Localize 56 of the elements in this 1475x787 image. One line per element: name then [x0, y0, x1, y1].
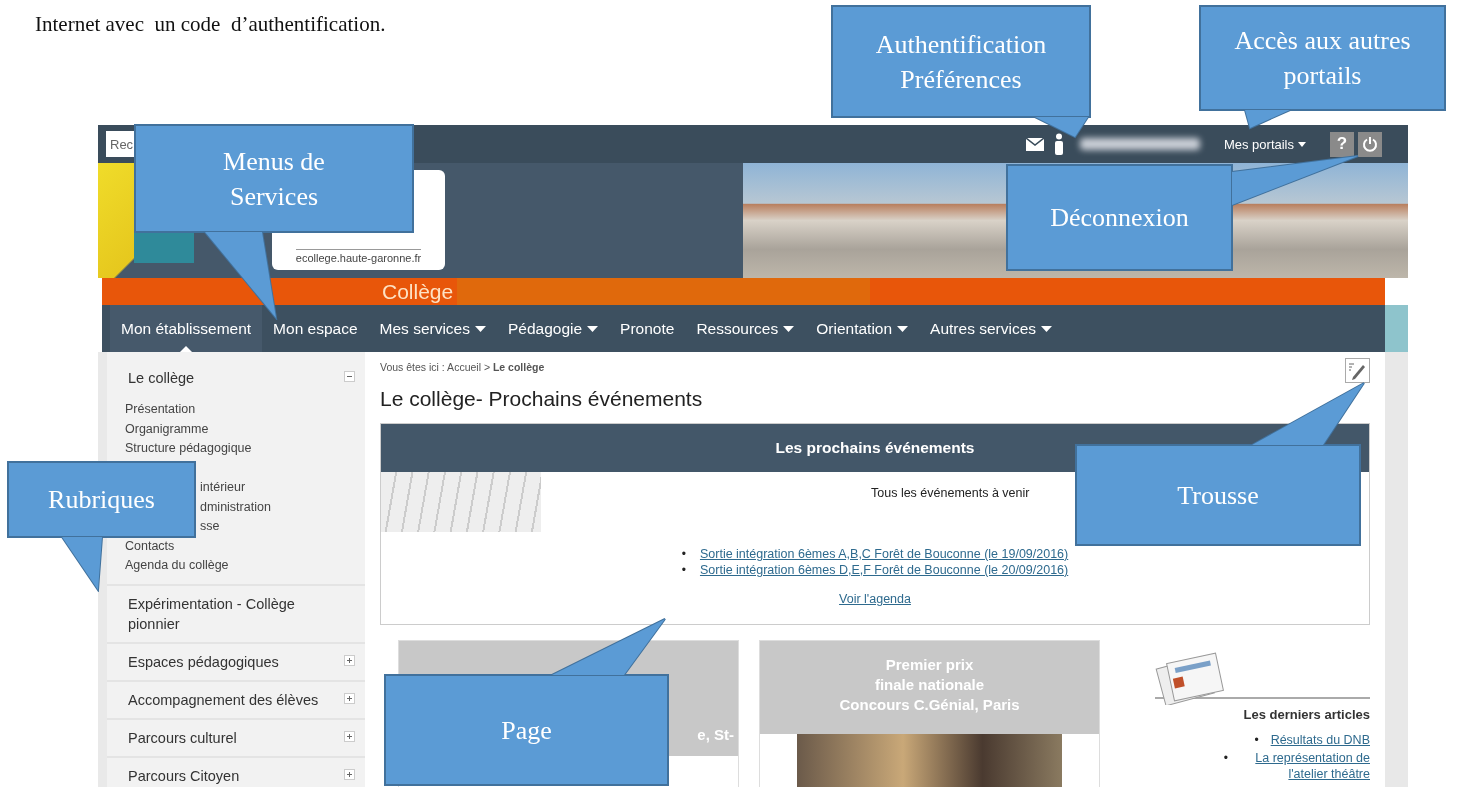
caret-icon [1298, 141, 1306, 147]
sidebar-section[interactable]: Le collège [128, 368, 195, 388]
callout-tooltip: Trousse [1074, 381, 1366, 547]
articles-title: Les derniers articles [1242, 707, 1370, 722]
logo-badge [134, 233, 194, 263]
callout-tooltip: Déconnexion [1005, 154, 1360, 272]
events-subtitle: Tous les événements à venir [871, 486, 1030, 500]
callout-tooltip: Accès aux autres portails [1198, 4, 1447, 130]
bullet: • [681, 562, 686, 578]
portals-menu[interactable]: Mes portails [1223, 136, 1306, 152]
nav-item[interactable]: Pronote [609, 305, 686, 352]
document-text: Internet avec un code d’authentification. [35, 12, 386, 37]
pencil-icon[interactable] [1345, 358, 1370, 383]
collapse-icon[interactable] [344, 371, 355, 382]
sidebar-link[interactable]: intérieur [200, 478, 355, 498]
sidebar-link[interactable]: Contacts [125, 536, 355, 556]
callout-tooltip: Authentification Préférences [830, 4, 1092, 139]
person-icon[interactable] [1053, 133, 1064, 155]
bullet: • [681, 546, 686, 562]
bullet: • [1254, 732, 1259, 748]
sidebar-link[interactable]: Structure pédagogique [125, 439, 355, 459]
bullet: • [1223, 750, 1228, 766]
event-link[interactable]: Sortie intégration 6èmes D,E,F Forêt de Bouconne (le 20/09/2016) [699, 562, 1069, 578]
nav-item[interactable]: Orientation [805, 305, 920, 352]
article-link[interactable]: Résultats du DNB [1270, 732, 1370, 748]
expand-icon[interactable] [344, 730, 355, 742]
callout-tooltip: Page [383, 617, 670, 787]
sidebar-link[interactable]: Agenda du collège [125, 556, 355, 576]
power-button[interactable] [1358, 131, 1382, 157]
expand-icon[interactable] [344, 692, 355, 704]
sidebar-link[interactable]: Présentation [125, 400, 355, 420]
expand-icon[interactable] [344, 654, 355, 666]
nav-item[interactable]: Mon établissement [110, 305, 263, 352]
nav-item[interactable]: Mes services [368, 305, 497, 352]
agenda-link[interactable]: Voir l'agenda [839, 592, 911, 606]
nav-item[interactable]: Mon espace [262, 305, 369, 352]
event-link[interactable]: Sortie intégration 6èmes A,B,C Forêt de Bouconne (le 19/09/2016) [699, 546, 1069, 562]
sidebar-link[interactable]: Organigramme [125, 419, 355, 439]
nav-item[interactable]: Pédagogie [497, 305, 610, 352]
power-icon [1362, 136, 1378, 152]
sidebar-section[interactable]: Espaces pédagogiques [128, 651, 279, 672]
sidebar-section[interactable]: Expérimentation - Collège pionnier [128, 593, 338, 634]
envelope-icon[interactable] [1025, 137, 1044, 151]
side-strip [1385, 305, 1408, 352]
article-link[interactable]: La représentation de l'atelier théâtre [1240, 750, 1370, 782]
school-name: Collège [382, 279, 455, 304]
sidebar-section[interactable]: Parcours Citoyen [128, 765, 240, 786]
nav-item[interactable]: Ressources [685, 305, 806, 352]
expand-icon[interactable] [344, 768, 355, 780]
sidebar-section[interactable]: Accompagnement des élèves [128, 689, 319, 710]
page-title: Le collège- Prochains événements [380, 387, 704, 411]
sidebar-link[interactable]: dministration [200, 497, 355, 517]
sidebar-link[interactable]: sse [200, 517, 355, 537]
breadcrumb: Vous êtes ici : Accueil > Le collège [380, 360, 545, 375]
nav-item[interactable]: Autres services [919, 305, 1064, 352]
sidebar-section[interactable]: Parcours culturel [128, 727, 237, 748]
